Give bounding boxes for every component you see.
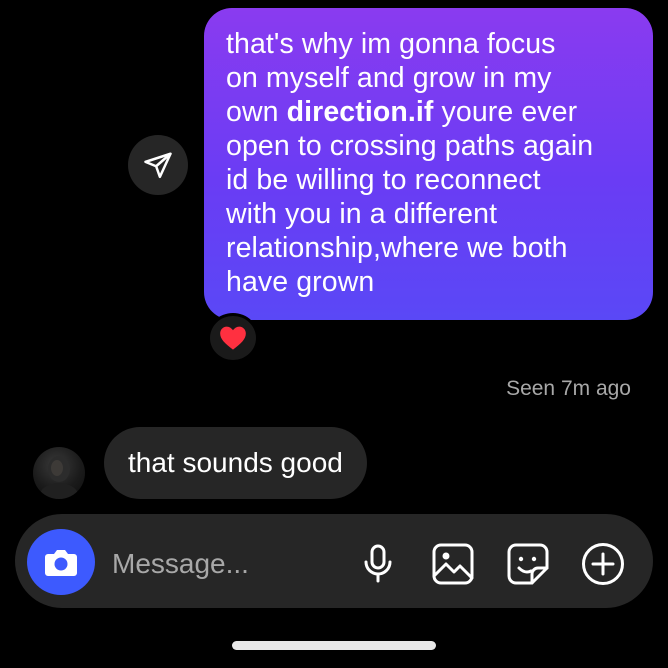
gallery-icon	[432, 543, 474, 585]
message-line: have grown	[226, 266, 375, 298]
seen-status: Seen 7m ago	[506, 377, 631, 400]
message-line: own direction.if youre ever	[226, 95, 633, 129]
message-text: that sounds good	[128, 447, 343, 478]
message-line: that's why im gonna focus	[226, 28, 556, 60]
camera-icon	[45, 550, 77, 576]
sticker-button[interactable]	[504, 540, 552, 588]
message-line: with you in a different	[226, 198, 498, 230]
sticker-icon	[507, 543, 549, 585]
plus-circle-icon	[582, 543, 624, 585]
message-text: own	[226, 96, 287, 128]
share-button[interactable]	[128, 135, 188, 195]
message-input[interactable]	[112, 544, 342, 584]
microphone-button[interactable]	[354, 540, 402, 588]
message-line: open to crossing paths again	[226, 130, 594, 162]
heart-icon	[220, 326, 246, 350]
heart-reaction[interactable]	[207, 313, 259, 363]
received-message-bubble[interactable]: that sounds good	[104, 427, 367, 499]
message-line: on myself and grow in my	[226, 62, 552, 94]
microphone-icon	[364, 544, 392, 583]
home-indicator[interactable]	[232, 641, 436, 650]
gallery-button[interactable]	[429, 540, 477, 588]
message-text: youre ever	[441, 96, 578, 128]
avatar-photo	[39, 456, 79, 499]
sent-message-bubble[interactable]: that's why im gonna focus on myself and …	[204, 8, 653, 320]
avatar[interactable]	[33, 447, 85, 499]
more-button[interactable]	[579, 540, 627, 588]
message-line: relationship,where we both	[226, 232, 568, 264]
message-line: id be willing to reconnect	[226, 164, 541, 196]
message-bold-text: direction.if	[286, 96, 434, 128]
send-icon	[144, 152, 172, 179]
camera-button[interactable]	[27, 529, 95, 595]
